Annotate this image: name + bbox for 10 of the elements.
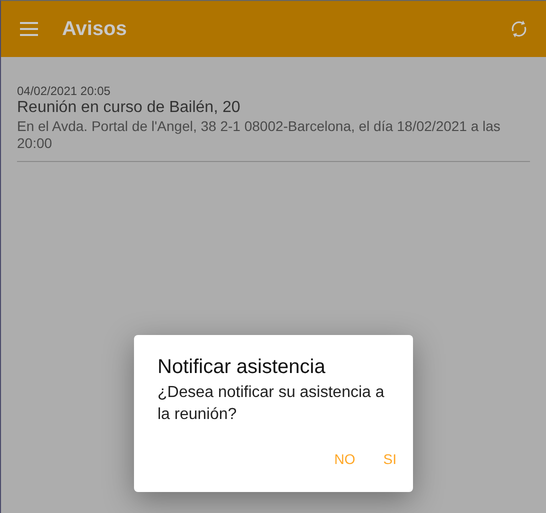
refresh-icon[interactable]: [510, 19, 528, 39]
notice-date: 04/02/2021 20:05: [17, 84, 112, 98]
app-title: Avisos: [62, 17, 127, 42]
dialog-message: ¿Desea notificar su asistencia a la reunión?: [158, 383, 386, 425]
dialog-title: Notificar asistencia: [158, 355, 326, 380]
notice-title[interactable]: Reunión en curso de Bailén, 20: [17, 98, 530, 118]
menu-icon[interactable]: [19, 21, 39, 37]
notice-body: En el Avda. Portal de l'Angel, 38 2-1 08002-Barcelona, el día 18/02/2021 a las 20:00: [17, 118, 502, 152]
dialog-button[interactable]: NO: [326, 443, 364, 476]
dialog-button[interactable]: SI: [375, 443, 404, 476]
